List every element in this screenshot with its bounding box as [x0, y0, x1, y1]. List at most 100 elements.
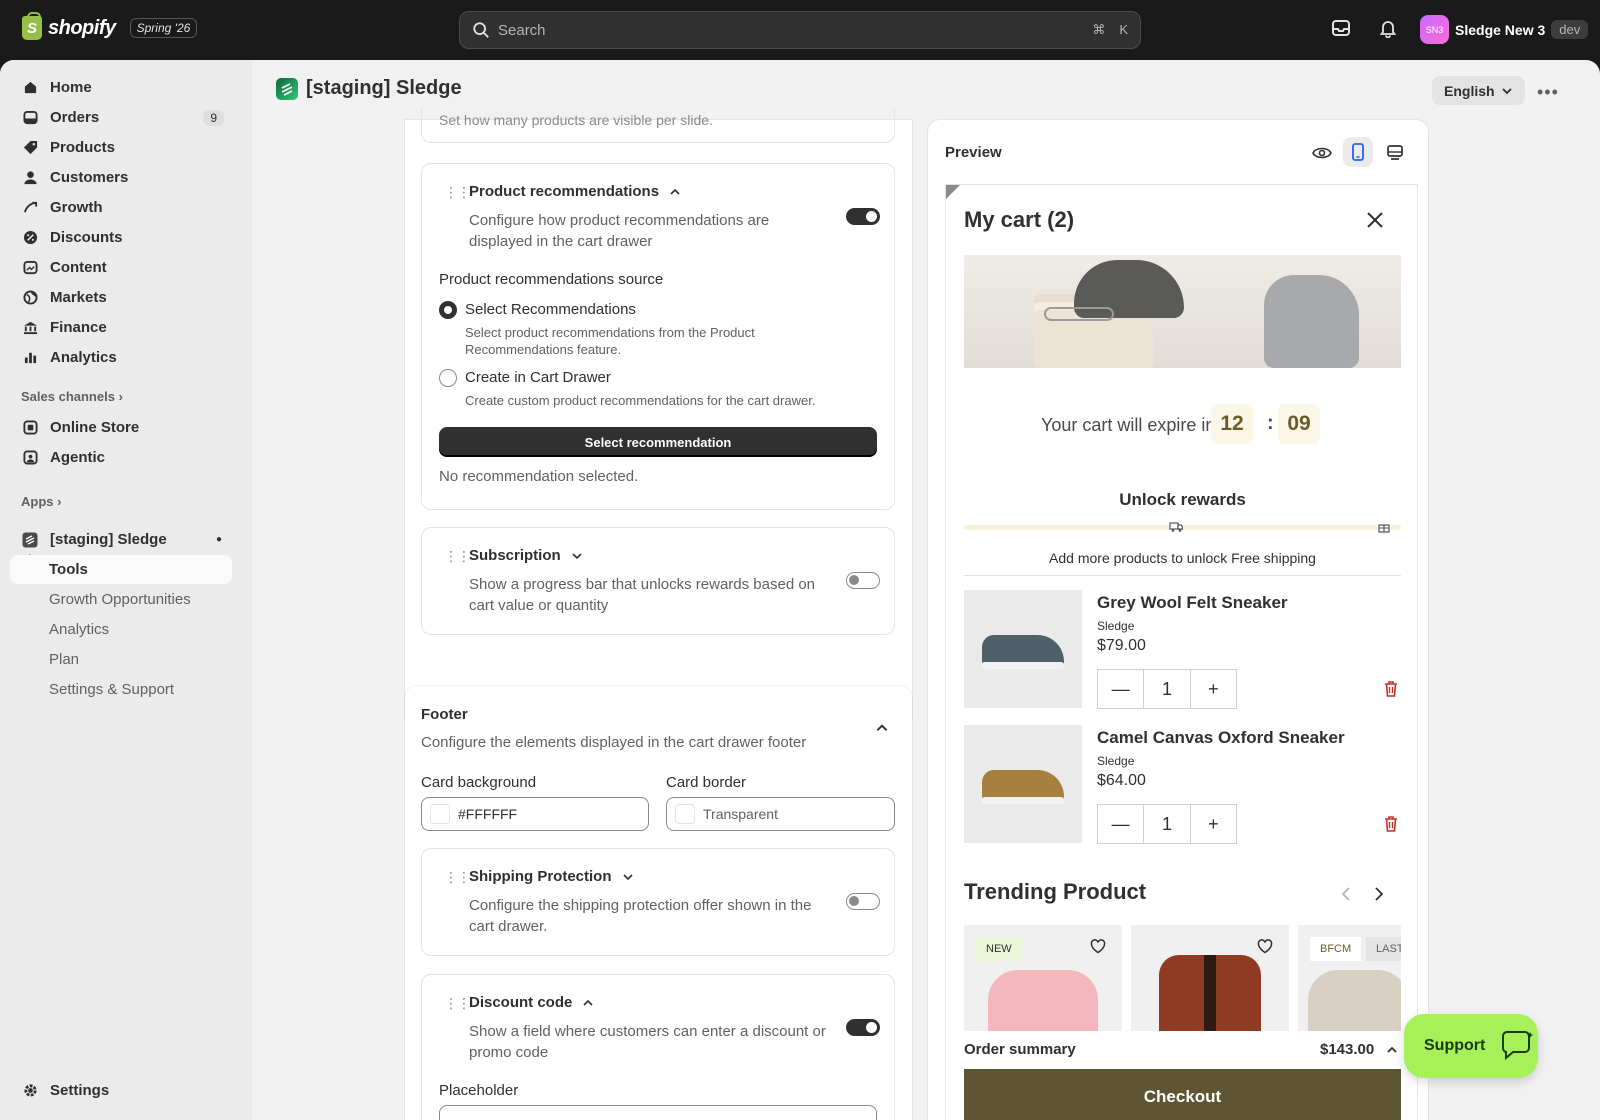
language-selector[interactable]: English: [1432, 76, 1525, 105]
cart-title: My cart (2): [964, 207, 1075, 232]
shipping-protection-description: Configure the shipping protection offer …: [469, 897, 812, 935]
search-bar[interactable]: Search ⌘ K: [459, 11, 1141, 49]
quantity-stepper: — 1 +: [1097, 669, 1237, 709]
sidebar-item-settings-support[interactable]: Settings & Support: [10, 675, 232, 704]
timer-seconds: 09: [1278, 404, 1320, 444]
chevron-up-icon[interactable]: [875, 721, 889, 735]
sidebar-item-app[interactable]: [staging] Sledge ●: [10, 525, 232, 554]
radio-create-in-cart-drawer[interactable]: [439, 369, 457, 387]
trash-icon[interactable]: [1383, 680, 1399, 697]
mobile-view-button[interactable]: [1343, 137, 1373, 167]
checkout-button[interactable]: Checkout: [964, 1069, 1401, 1120]
trending-product-card[interactable]: BFCM LAST: [1298, 925, 1401, 1031]
growth-icon: [22, 200, 38, 216]
product-recommendations-toggle[interactable]: [846, 208, 880, 225]
sidebar-item-growth[interactable]: Growth: [10, 193, 232, 222]
sidebar-item-home[interactable]: Home: [10, 73, 232, 102]
drag-handle-icon[interactable]: ⋮⋮: [444, 995, 471, 1012]
sidebar-item-app-analytics[interactable]: Analytics: [10, 615, 232, 644]
sales-channels-header[interactable]: Sales channels ›: [21, 389, 123, 404]
subscription-section: ⋮⋮ Subscription Show a progress bar that…: [421, 527, 895, 635]
quantity-value[interactable]: 1: [1144, 670, 1191, 708]
sidebar-item-analytics[interactable]: Analytics: [10, 343, 232, 372]
main-content: [staging] Sledge English ••• Set how man…: [252, 60, 1600, 1120]
product-badge: LAST: [1366, 937, 1401, 961]
cart-drawer-preview: My cart (2) Your cart will expire in 12 …: [945, 184, 1418, 1120]
order-summary-label[interactable]: Order summary: [964, 1041, 1076, 1058]
truck-icon: [1169, 522, 1183, 532]
logo-text: shopify: [48, 16, 116, 39]
increase-quantity-button[interactable]: +: [1191, 805, 1236, 843]
sidebar-item-online-store[interactable]: Online Store: [10, 413, 232, 442]
subscription-toggle[interactable]: [846, 572, 880, 589]
search-icon: [473, 22, 489, 38]
gift-icon: [1378, 524, 1390, 533]
apps-header[interactable]: Apps ›: [21, 494, 61, 509]
person-icon: [22, 170, 38, 186]
drag-handle-icon[interactable]: ⋮⋮: [444, 869, 471, 886]
support-button[interactable]: Support: [1404, 1014, 1538, 1078]
sidebar-item-growth-opportunities[interactable]: Growth Opportunities: [10, 585, 232, 614]
home-icon: [22, 80, 38, 96]
decrease-quantity-button[interactable]: —: [1098, 670, 1145, 708]
product-thumbnail[interactable]: [964, 590, 1082, 708]
discount-code-header[interactable]: Discount code: [469, 994, 594, 1011]
shipping-protection-toggle[interactable]: [846, 893, 880, 910]
heart-icon[interactable]: [1257, 939, 1273, 954]
option-select-recommendations-label[interactable]: Select Recommendations: [465, 301, 636, 318]
user-menu[interactable]: SN3 Sledge New 3 dev: [1420, 15, 1589, 44]
shopify-logo[interactable]: S shopify Spring '26: [22, 12, 198, 40]
subscription-header[interactable]: Subscription: [469, 547, 583, 564]
sidebar-item-content[interactable]: Content: [10, 253, 232, 282]
trending-product-card[interactable]: [1131, 925, 1289, 1031]
cart-item-name[interactable]: Grey Wool Felt Sneaker: [1097, 593, 1288, 613]
discount-code-section: ⋮⋮ Discount code Show a field where cust…: [421, 974, 895, 1120]
quantity-value[interactable]: 1: [1144, 805, 1191, 843]
card-background-input[interactable]: #FFFFFF: [421, 797, 649, 831]
product-thumbnail[interactable]: [964, 725, 1082, 843]
increase-quantity-button[interactable]: +: [1191, 670, 1236, 708]
decrease-quantity-button[interactable]: —: [1098, 805, 1145, 843]
user-name: Sledge New 3: [1455, 21, 1546, 38]
option-create-in-cart-drawer-label[interactable]: Create in Cart Drawer: [465, 369, 611, 386]
bell-icon[interactable]: [1378, 18, 1402, 42]
rewards-text: Add more products to unlock Free shippin…: [1049, 550, 1316, 566]
select-recommendation-button[interactable]: Select recommendation: [439, 427, 877, 457]
timer-minutes: 12: [1211, 404, 1253, 444]
chevron-up-icon[interactable]: [1386, 1044, 1398, 1056]
radio-select-recommendations[interactable]: [439, 301, 457, 319]
more-actions-icon[interactable]: •••: [1537, 82, 1559, 103]
drag-handle-icon[interactable]: ⋮⋮: [444, 548, 471, 565]
cart-item-name[interactable]: Camel Canvas Oxford Sneaker: [1097, 728, 1345, 748]
heart-icon[interactable]: [1090, 939, 1106, 954]
product-recommendations-header[interactable]: Product recommendations: [469, 183, 681, 200]
inbox-icon[interactable]: [1331, 18, 1355, 42]
quantity-stepper: — 1 +: [1097, 804, 1237, 844]
drag-handle-icon[interactable]: ⋮⋮: [444, 184, 471, 201]
sidebar-item-markets[interactable]: Markets: [10, 283, 232, 312]
sidebar-item-discounts[interactable]: Discounts: [10, 223, 232, 252]
shipping-protection-header[interactable]: Shipping Protection: [469, 868, 634, 885]
sidebar-item-orders[interactable]: Orders 9: [10, 103, 232, 132]
card-border-input[interactable]: Transparent: [666, 797, 895, 831]
shirt-graphic: [988, 970, 1098, 1031]
eye-icon[interactable]: [1312, 144, 1332, 162]
trash-icon[interactable]: [1383, 815, 1399, 832]
placeholder-input[interactable]: [439, 1105, 877, 1120]
discount-code-toggle[interactable]: [846, 1019, 880, 1036]
desktop-icon[interactable]: [1386, 144, 1404, 162]
chevron-right-icon[interactable]: [1373, 886, 1385, 902]
chevron-left-icon[interactable]: [1340, 886, 1352, 902]
sidebar-item-plan[interactable]: Plan: [10, 645, 232, 674]
sidebar-item-products[interactable]: Products: [10, 133, 232, 162]
trending-product-card[interactable]: NEW: [964, 925, 1122, 1031]
sidebar-item-settings[interactable]: Settings: [10, 1076, 232, 1105]
sidebar-item-tools[interactable]: Tools: [10, 555, 232, 584]
close-icon[interactable]: [1366, 211, 1384, 229]
color-swatch[interactable]: [430, 804, 450, 824]
divider: [964, 575, 1401, 576]
color-swatch[interactable]: [675, 804, 695, 824]
sidebar-item-finance[interactable]: Finance: [10, 313, 232, 342]
sidebar-item-agentic[interactable]: Agentic: [10, 443, 232, 472]
sidebar-item-customers[interactable]: Customers: [10, 163, 232, 192]
